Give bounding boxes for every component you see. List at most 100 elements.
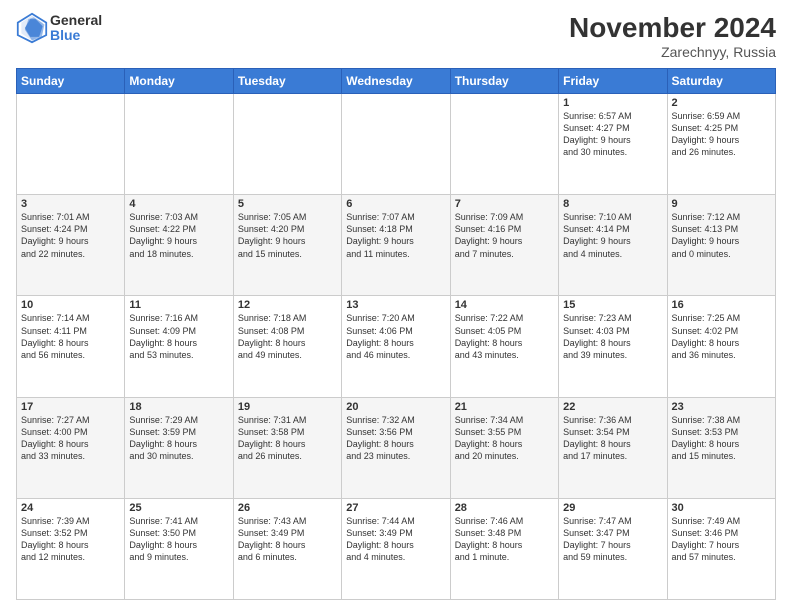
col-sunday: Sunday: [17, 69, 125, 94]
weekday-row: Sunday Monday Tuesday Wednesday Thursday…: [17, 69, 776, 94]
day-info: Sunrise: 6:59 AM Sunset: 4:25 PM Dayligh…: [672, 110, 771, 159]
page: General Blue November 2024 Zarechnyy, Ru…: [0, 0, 792, 612]
day-cell: 22Sunrise: 7:36 AM Sunset: 3:54 PM Dayli…: [559, 397, 667, 498]
day-cell: [125, 94, 233, 195]
col-friday: Friday: [559, 69, 667, 94]
day-info: Sunrise: 6:57 AM Sunset: 4:27 PM Dayligh…: [563, 110, 662, 159]
col-saturday: Saturday: [667, 69, 775, 94]
day-info: Sunrise: 7:39 AM Sunset: 3:52 PM Dayligh…: [21, 515, 120, 564]
day-info: Sunrise: 7:18 AM Sunset: 4:08 PM Dayligh…: [238, 312, 337, 361]
day-info: Sunrise: 7:29 AM Sunset: 3:59 PM Dayligh…: [129, 414, 228, 463]
day-info: Sunrise: 7:25 AM Sunset: 4:02 PM Dayligh…: [672, 312, 771, 361]
day-number: 24: [21, 502, 120, 514]
day-cell: 2Sunrise: 6:59 AM Sunset: 4:25 PM Daylig…: [667, 94, 775, 195]
day-cell: [450, 94, 558, 195]
day-number: 6: [346, 198, 445, 210]
day-cell: 14Sunrise: 7:22 AM Sunset: 4:05 PM Dayli…: [450, 296, 558, 397]
day-cell: 27Sunrise: 7:44 AM Sunset: 3:49 PM Dayli…: [342, 498, 450, 599]
day-cell: 13Sunrise: 7:20 AM Sunset: 4:06 PM Dayli…: [342, 296, 450, 397]
day-cell: [342, 94, 450, 195]
day-cell: 1Sunrise: 6:57 AM Sunset: 4:27 PM Daylig…: [559, 94, 667, 195]
title-area: November 2024 Zarechnyy, Russia: [569, 12, 776, 60]
day-info: Sunrise: 7:34 AM Sunset: 3:55 PM Dayligh…: [455, 414, 554, 463]
day-cell: 16Sunrise: 7:25 AM Sunset: 4:02 PM Dayli…: [667, 296, 775, 397]
day-info: Sunrise: 7:20 AM Sunset: 4:06 PM Dayligh…: [346, 312, 445, 361]
calendar-header: Sunday Monday Tuesday Wednesday Thursday…: [17, 69, 776, 94]
header: General Blue November 2024 Zarechnyy, Ru…: [16, 12, 776, 60]
day-number: 26: [238, 502, 337, 514]
day-number: 30: [672, 502, 771, 514]
day-cell: [233, 94, 341, 195]
day-info: Sunrise: 7:09 AM Sunset: 4:16 PM Dayligh…: [455, 211, 554, 260]
day-cell: 23Sunrise: 7:38 AM Sunset: 3:53 PM Dayli…: [667, 397, 775, 498]
week-row-4: 24Sunrise: 7:39 AM Sunset: 3:52 PM Dayli…: [17, 498, 776, 599]
day-info: Sunrise: 7:46 AM Sunset: 3:48 PM Dayligh…: [455, 515, 554, 564]
day-number: 14: [455, 299, 554, 311]
day-number: 1: [563, 97, 662, 109]
day-info: Sunrise: 7:32 AM Sunset: 3:56 PM Dayligh…: [346, 414, 445, 463]
day-cell: 29Sunrise: 7:47 AM Sunset: 3:47 PM Dayli…: [559, 498, 667, 599]
day-number: 8: [563, 198, 662, 210]
day-number: 10: [21, 299, 120, 311]
day-cell: 8Sunrise: 7:10 AM Sunset: 4:14 PM Daylig…: [559, 195, 667, 296]
col-tuesday: Tuesday: [233, 69, 341, 94]
day-info: Sunrise: 7:43 AM Sunset: 3:49 PM Dayligh…: [238, 515, 337, 564]
day-cell: 6Sunrise: 7:07 AM Sunset: 4:18 PM Daylig…: [342, 195, 450, 296]
col-thursday: Thursday: [450, 69, 558, 94]
day-info: Sunrise: 7:16 AM Sunset: 4:09 PM Dayligh…: [129, 312, 228, 361]
day-cell: 30Sunrise: 7:49 AM Sunset: 3:46 PM Dayli…: [667, 498, 775, 599]
day-number: 12: [238, 299, 337, 311]
week-row-3: 17Sunrise: 7:27 AM Sunset: 4:00 PM Dayli…: [17, 397, 776, 498]
day-cell: 26Sunrise: 7:43 AM Sunset: 3:49 PM Dayli…: [233, 498, 341, 599]
location: Zarechnyy, Russia: [569, 44, 776, 60]
day-cell: 11Sunrise: 7:16 AM Sunset: 4:09 PM Dayli…: [125, 296, 233, 397]
day-info: Sunrise: 7:10 AM Sunset: 4:14 PM Dayligh…: [563, 211, 662, 260]
day-number: 7: [455, 198, 554, 210]
day-info: Sunrise: 7:07 AM Sunset: 4:18 PM Dayligh…: [346, 211, 445, 260]
day-info: Sunrise: 7:44 AM Sunset: 3:49 PM Dayligh…: [346, 515, 445, 564]
day-number: 3: [21, 198, 120, 210]
day-cell: 15Sunrise: 7:23 AM Sunset: 4:03 PM Dayli…: [559, 296, 667, 397]
day-info: Sunrise: 7:31 AM Sunset: 3:58 PM Dayligh…: [238, 414, 337, 463]
day-info: Sunrise: 7:47 AM Sunset: 3:47 PM Dayligh…: [563, 515, 662, 564]
logo-text: General Blue: [50, 13, 102, 44]
day-number: 27: [346, 502, 445, 514]
logo: General Blue: [16, 12, 102, 44]
day-cell: 9Sunrise: 7:12 AM Sunset: 4:13 PM Daylig…: [667, 195, 775, 296]
day-cell: 3Sunrise: 7:01 AM Sunset: 4:24 PM Daylig…: [17, 195, 125, 296]
logo-blue-text: Blue: [50, 28, 102, 43]
month-title: November 2024: [569, 12, 776, 44]
day-number: 21: [455, 401, 554, 413]
week-row-2: 10Sunrise: 7:14 AM Sunset: 4:11 PM Dayli…: [17, 296, 776, 397]
day-number: 29: [563, 502, 662, 514]
day-cell: 21Sunrise: 7:34 AM Sunset: 3:55 PM Dayli…: [450, 397, 558, 498]
day-cell: 4Sunrise: 7:03 AM Sunset: 4:22 PM Daylig…: [125, 195, 233, 296]
col-wednesday: Wednesday: [342, 69, 450, 94]
day-info: Sunrise: 7:23 AM Sunset: 4:03 PM Dayligh…: [563, 312, 662, 361]
day-info: Sunrise: 7:36 AM Sunset: 3:54 PM Dayligh…: [563, 414, 662, 463]
day-info: Sunrise: 7:41 AM Sunset: 3:50 PM Dayligh…: [129, 515, 228, 564]
day-info: Sunrise: 7:14 AM Sunset: 4:11 PM Dayligh…: [21, 312, 120, 361]
day-number: 28: [455, 502, 554, 514]
calendar-body: 1Sunrise: 6:57 AM Sunset: 4:27 PM Daylig…: [17, 94, 776, 600]
day-cell: 28Sunrise: 7:46 AM Sunset: 3:48 PM Dayli…: [450, 498, 558, 599]
day-cell: 18Sunrise: 7:29 AM Sunset: 3:59 PM Dayli…: [125, 397, 233, 498]
day-cell: 10Sunrise: 7:14 AM Sunset: 4:11 PM Dayli…: [17, 296, 125, 397]
day-number: 5: [238, 198, 337, 210]
day-number: 13: [346, 299, 445, 311]
day-info: Sunrise: 7:03 AM Sunset: 4:22 PM Dayligh…: [129, 211, 228, 260]
day-number: 22: [563, 401, 662, 413]
day-cell: 12Sunrise: 7:18 AM Sunset: 4:08 PM Dayli…: [233, 296, 341, 397]
day-number: 11: [129, 299, 228, 311]
day-number: 25: [129, 502, 228, 514]
day-info: Sunrise: 7:05 AM Sunset: 4:20 PM Dayligh…: [238, 211, 337, 260]
calendar: Sunday Monday Tuesday Wednesday Thursday…: [16, 68, 776, 600]
day-number: 20: [346, 401, 445, 413]
day-info: Sunrise: 7:01 AM Sunset: 4:24 PM Dayligh…: [21, 211, 120, 260]
day-info: Sunrise: 7:12 AM Sunset: 4:13 PM Dayligh…: [672, 211, 771, 260]
day-cell: 5Sunrise: 7:05 AM Sunset: 4:20 PM Daylig…: [233, 195, 341, 296]
day-cell: [17, 94, 125, 195]
day-number: 19: [238, 401, 337, 413]
logo-general-text: General: [50, 13, 102, 28]
day-info: Sunrise: 7:27 AM Sunset: 4:00 PM Dayligh…: [21, 414, 120, 463]
